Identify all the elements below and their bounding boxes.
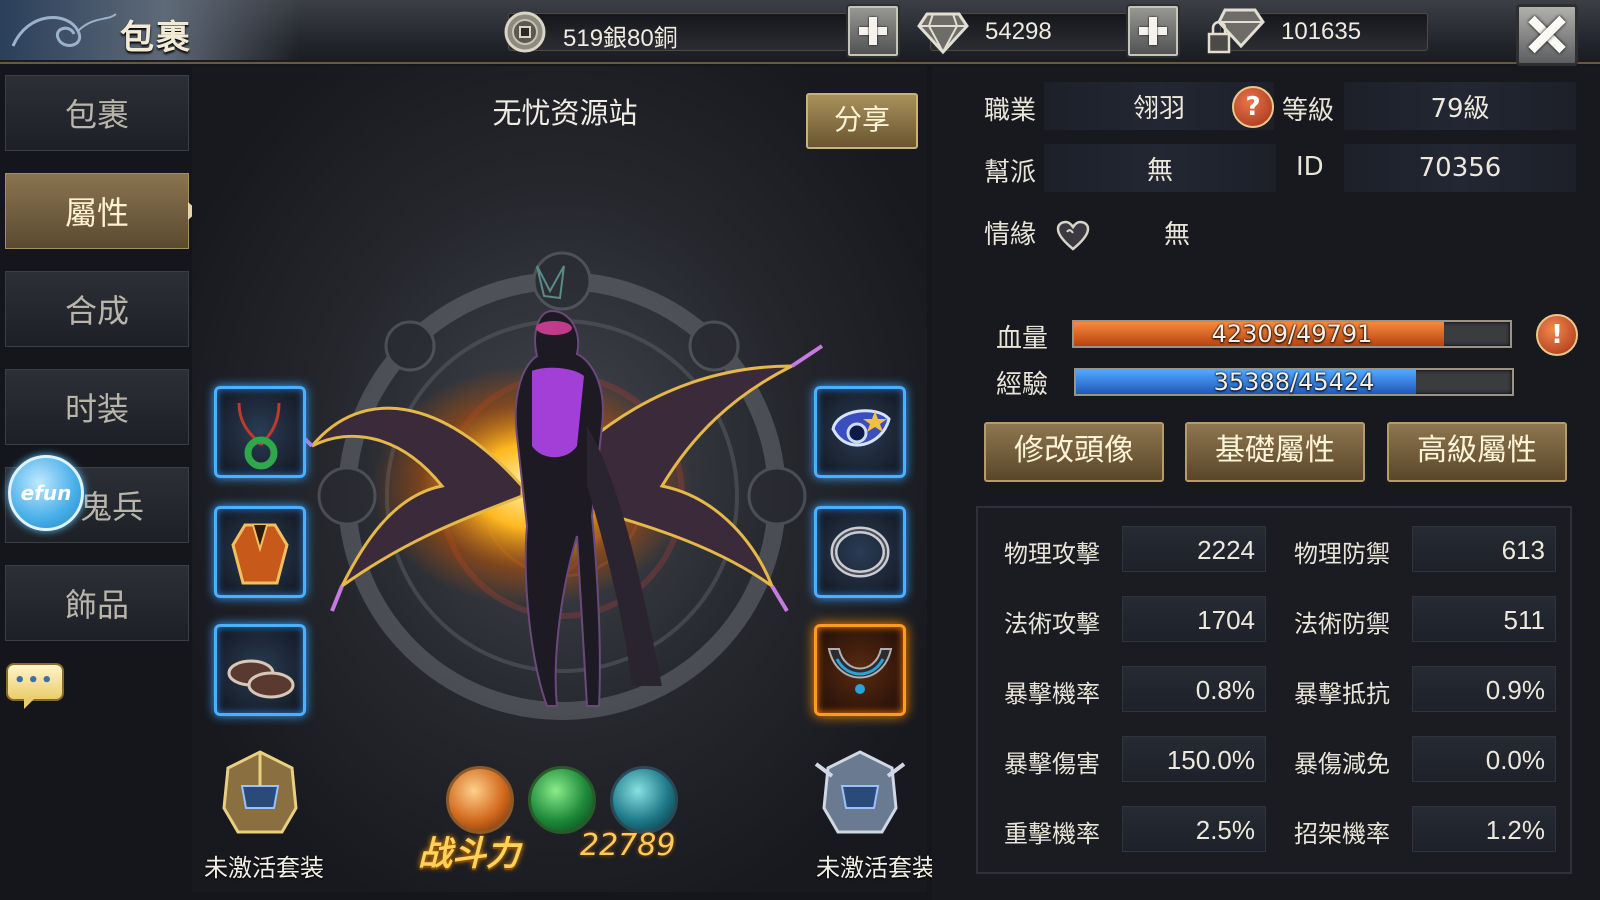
bound-diamond-display: 101635	[1207, 8, 1428, 54]
bound-diamond-value: 101635	[1281, 18, 1362, 45]
stat-value: 2.5%	[1122, 806, 1266, 852]
armor-icon	[231, 523, 289, 585]
nav-item-label: 合成	[64, 292, 129, 330]
efun-label: efun	[20, 481, 72, 505]
equip-slot-necklace[interactable]	[214, 386, 306, 478]
basic-attributes-button[interactable]: 基礎屬性	[1185, 422, 1365, 482]
stat-label: 暴傷減免	[1294, 750, 1390, 778]
orange-gem-icon[interactable]	[446, 766, 514, 834]
stat-value: 1.2%	[1412, 806, 1556, 852]
class-label: 職業	[984, 96, 1037, 126]
nav-item-synthesis[interactable]: 合成	[5, 271, 189, 347]
nav-item-attributes[interactable]: 屬性	[5, 173, 198, 249]
add-silver-button[interactable]	[846, 4, 900, 58]
nav-item-fashion[interactable]: 时装	[5, 369, 189, 445]
character-display	[192, 66, 927, 892]
boots-icon	[227, 659, 295, 699]
silver-value: 519銀80銅	[563, 25, 678, 52]
coin-icon	[504, 11, 546, 53]
nav-item-accessories[interactable]: 飾品	[5, 565, 189, 641]
hp-label: 血量	[996, 324, 1049, 354]
nav-item-label: 时装	[64, 390, 129, 428]
equip-slot-ornament[interactable]	[814, 386, 906, 478]
combat-power-label: 战斗力	[418, 834, 520, 874]
stat-value: 613	[1412, 526, 1556, 572]
guild-label: 幫派	[984, 158, 1037, 188]
help-icon[interactable]: ?	[1232, 86, 1274, 128]
combat-power-value: 22789	[580, 828, 676, 863]
id-label: ID	[1296, 152, 1324, 182]
partner-label: 情緣	[984, 220, 1037, 250]
stat-label: 暴擊傷害	[1004, 750, 1100, 778]
left-set-helmet-icon[interactable]	[212, 746, 308, 842]
left-set-label: 未激活套装	[204, 854, 324, 882]
ring-icon	[830, 526, 890, 578]
stat-value: 2224	[1122, 526, 1266, 572]
xp-label: 經驗	[996, 370, 1049, 400]
warning-icon[interactable]: !	[1536, 314, 1578, 356]
right-set-label: 未激活套装	[816, 854, 936, 882]
stat-label: 招架機率	[1294, 820, 1390, 848]
level-value: 79級	[1430, 93, 1490, 124]
necklace-icon	[237, 402, 281, 470]
ornament-icon	[831, 409, 891, 447]
stat-label: 暴擊機率	[1004, 680, 1100, 708]
equip-slot-armor[interactable]	[214, 506, 306, 598]
stat-label: 法術攻擊	[1004, 610, 1100, 638]
swirl-ornament-icon	[11, 13, 117, 47]
nav-item-label: 屬性	[64, 194, 129, 232]
green-gem-icon[interactable]	[528, 766, 596, 834]
stat-label: 法術防禦	[1294, 610, 1390, 638]
id-value: 70356	[1418, 153, 1502, 183]
diamond-icon	[917, 12, 969, 55]
right-set-helmet-icon[interactable]	[812, 746, 908, 842]
guild-value-box: 無	[1044, 144, 1276, 192]
id-value-box: 70356	[1344, 144, 1576, 192]
stat-value: 511	[1412, 596, 1556, 642]
top-bar: 包裹 519銀80銅 54298 101635	[0, 0, 1600, 66]
efun-floating-button[interactable]: efun	[8, 455, 84, 531]
xp-text: 35388/45424	[1213, 368, 1375, 396]
guild-value: 無	[1146, 155, 1173, 186]
page-title: 包裹	[120, 18, 192, 58]
chat-dots-icon: •••	[14, 670, 55, 691]
partner-value: 無	[1164, 220, 1191, 250]
nav-item-label: 包裹	[64, 96, 129, 134]
cyan-gem-icon[interactable]	[610, 766, 678, 834]
class-value: 翎羽	[1132, 93, 1185, 124]
level-label: 等級	[1282, 96, 1335, 126]
stat-value: 150.0%	[1122, 736, 1266, 782]
add-diamond-button[interactable]	[1126, 4, 1180, 58]
stat-value: 0.0%	[1412, 736, 1556, 782]
equip-slot-collar[interactable]	[814, 624, 906, 716]
share-button[interactable]: 分享	[806, 93, 918, 149]
hp-text: 42309/49791	[1211, 320, 1373, 348]
stat-value: 0.9%	[1412, 666, 1556, 712]
hp-bar: 42309/49791	[1072, 320, 1512, 348]
advanced-attributes-button[interactable]: 高級屬性	[1387, 422, 1567, 482]
diamond-display: 54298	[917, 12, 1128, 55]
stat-label: 暴擊抵抗	[1294, 680, 1390, 708]
stat-label: 物理攻擊	[1004, 540, 1100, 568]
level-value-box: 79級	[1344, 82, 1576, 130]
edit-avatar-button[interactable]: 修改頭像	[984, 422, 1164, 482]
stat-value: 0.8%	[1122, 666, 1266, 712]
diamond-value: 54298	[985, 18, 1052, 45]
character-name: 无忧资源站	[492, 96, 638, 130]
silver-display: 519銀80銅	[504, 11, 848, 53]
equip-slot-boots[interactable]	[214, 624, 306, 716]
close-button[interactable]	[1516, 4, 1578, 66]
nav-item-bag[interactable]: 包裹	[5, 75, 189, 151]
locked-diamond-icon	[1207, 8, 1265, 54]
xp-bar: 35388/45424	[1074, 368, 1514, 396]
collar-icon	[827, 648, 893, 694]
stat-label: 重擊機率	[1004, 820, 1100, 848]
stat-value: 1704	[1122, 596, 1266, 642]
heart-icon	[1056, 220, 1090, 251]
equip-slot-ring[interactable]	[814, 506, 906, 598]
chat-button[interactable]: •••	[6, 663, 64, 709]
title-plate: 包裹	[0, 0, 300, 60]
nav-item-label: 飾品	[64, 586, 129, 624]
stat-label: 物理防禦	[1294, 540, 1390, 568]
